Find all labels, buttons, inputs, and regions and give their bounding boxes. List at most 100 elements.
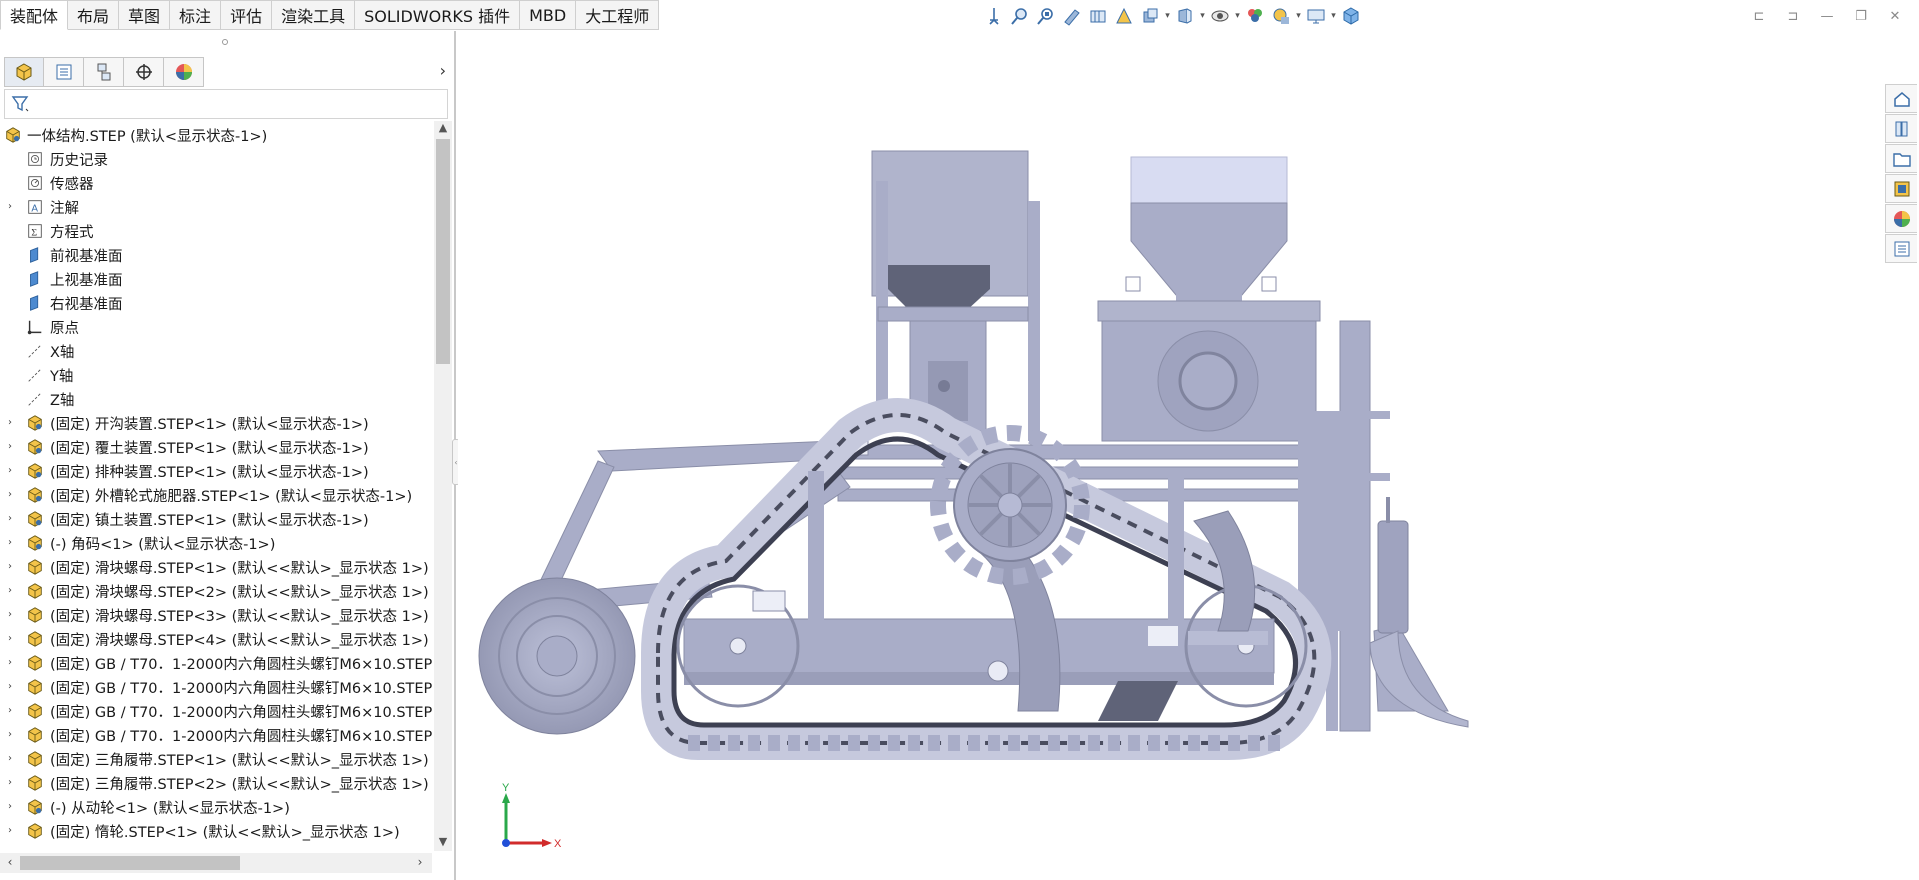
left-hopper[interactable] bbox=[871, 150, 1040, 441]
3d-view-icon[interactable] bbox=[1338, 4, 1364, 28]
tree-vertical-scrollbar[interactable]: ▲ ▼ bbox=[434, 121, 452, 851]
tree-item[interactable]: › (固定) GB / T70．1-2000内六角圆柱头螺钉M6×10.STEP bbox=[0, 675, 432, 699]
tree-item[interactable]: › (固定) 滑块螺母.STEP<1> (默认<<默认>_显示状态 1>) bbox=[0, 555, 432, 579]
view-settings-icon[interactable] bbox=[1268, 4, 1294, 28]
tree-item[interactable]: › (固定) 开沟装置.STEP<1> (默认<显示状态-1>) bbox=[0, 411, 432, 435]
close-icon[interactable]: ✕ bbox=[1881, 6, 1909, 26]
tree-item[interactable]: › (固定) 滑块螺母.STEP<3> (默认<<默认>_显示状态 1>) bbox=[0, 603, 432, 627]
expand-arrow-icon[interactable]: › bbox=[8, 201, 18, 213]
expand-arrow-icon[interactable]: › bbox=[8, 753, 18, 765]
filter-icon[interactable] bbox=[11, 94, 31, 114]
monitor-icon[interactable] bbox=[1303, 4, 1329, 28]
tree-item[interactable]: › (固定) 惰轮.STEP<1> (默认<<默认>_显示状态 1>) bbox=[0, 819, 432, 841]
configuration-manager-tab-icon[interactable] bbox=[84, 57, 124, 87]
scroll-down-icon[interactable]: ▼ bbox=[434, 835, 452, 851]
tree-item[interactable]: › (-) 角码<1> (默认<显示状态-1>) bbox=[0, 531, 432, 555]
scrollbar-thumb[interactable] bbox=[20, 856, 240, 870]
tree-item[interactable]: › (固定) 滑块螺母.STEP<2> (默认<<默认>_显示状态 1>) bbox=[0, 579, 432, 603]
chevron-down-icon[interactable]: ▾ bbox=[1233, 11, 1242, 21]
home-icon[interactable] bbox=[1885, 84, 1917, 113]
expand-arrow-icon[interactable]: › bbox=[8, 585, 18, 597]
expand-arrow-icon[interactable]: › bbox=[8, 417, 18, 429]
assembly-model[interactable]: Y X bbox=[458, 31, 1885, 880]
tree-horizontal-scrollbar[interactable]: ‹ › bbox=[0, 853, 432, 873]
expand-arrow-icon[interactable]: › bbox=[8, 465, 18, 477]
chevron-right-icon[interactable]: › bbox=[440, 61, 446, 80]
expand-arrow-icon[interactable]: › bbox=[8, 633, 18, 645]
expand-arrow-icon[interactable]: › bbox=[8, 825, 18, 837]
zoom-to-area-icon[interactable] bbox=[1007, 4, 1033, 28]
expand-arrow-icon[interactable]: › bbox=[8, 705, 18, 717]
tree-item[interactable]: 原点 bbox=[0, 315, 432, 339]
expand-arrow-icon[interactable]: › bbox=[8, 681, 18, 693]
minimize-icon[interactable]: — bbox=[1813, 6, 1841, 26]
tab-4[interactable]: 评估 bbox=[221, 0, 273, 30]
chevron-down-icon[interactable]: ▾ bbox=[1163, 11, 1172, 21]
scrollbar-thumb[interactable] bbox=[436, 139, 450, 364]
chevron-down-icon[interactable]: ▾ bbox=[1294, 11, 1303, 21]
previous-view-icon[interactable] bbox=[1033, 4, 1059, 28]
view-orientation-icon[interactable] bbox=[1111, 4, 1137, 28]
dimxpert-manager-tab-icon[interactable] bbox=[124, 57, 164, 87]
tree-item[interactable]: › (固定) 三角履带.STEP<2> (默认<<默认>_显示状态 1>) bbox=[0, 771, 432, 795]
expand-arrow-icon[interactable]: › bbox=[8, 777, 18, 789]
expand-arrow-icon[interactable]: › bbox=[8, 537, 18, 549]
edit-appearance-icon[interactable] bbox=[1207, 4, 1233, 28]
tab-1[interactable]: 布局 bbox=[68, 0, 120, 30]
right-hopper[interactable] bbox=[1097, 156, 1321, 442]
tree-item[interactable]: Y轴 bbox=[0, 363, 432, 387]
hide-show-items-icon[interactable] bbox=[1172, 4, 1198, 28]
tree-item[interactable]: › A 注解 bbox=[0, 195, 432, 219]
chevron-down-icon[interactable]: ▾ bbox=[1198, 11, 1207, 21]
tree-item[interactable]: 前视基准面 bbox=[0, 243, 432, 267]
expand-arrow-icon[interactable]: › bbox=[8, 513, 18, 525]
tab-7[interactable]: MBD bbox=[520, 0, 577, 30]
tree-item[interactable]: › (固定) GB / T70．1-2000内六角圆柱头螺钉M6×10.STEP bbox=[0, 723, 432, 747]
front-wheel[interactable] bbox=[478, 577, 636, 735]
panel-grip-icon[interactable] bbox=[222, 39, 228, 45]
tree-item[interactable]: › (-) 从动轮<1> (默认<显示状态-1>) bbox=[0, 795, 432, 819]
display-style-icon[interactable] bbox=[1137, 4, 1163, 28]
file-explorer-icon[interactable] bbox=[1885, 144, 1917, 173]
scroll-right-icon[interactable]: › bbox=[412, 855, 428, 869]
tree-filter-bar[interactable] bbox=[4, 89, 448, 119]
section-view-icon[interactable] bbox=[1059, 4, 1085, 28]
tree-item[interactable]: › (固定) 滑块螺母.STEP<4> (默认<<默认>_显示状态 1>) bbox=[0, 627, 432, 651]
appearances-icon[interactable] bbox=[1885, 204, 1917, 233]
tree-item[interactable]: › (固定) 镇土装置.STEP<1> (默认<显示状态-1>) bbox=[0, 507, 432, 531]
custom-properties-icon[interactable] bbox=[1885, 234, 1917, 263]
tree-root-assembly[interactable]: 一体结构.STEP (默认<显示状态-1>) bbox=[0, 123, 432, 147]
tab-0[interactable]: 装配体 bbox=[0, 0, 69, 30]
view-palette-icon[interactable] bbox=[1885, 174, 1917, 203]
expand-arrow-icon[interactable]: › bbox=[8, 801, 18, 813]
tree-item[interactable]: › (固定) GB / T70．1-2000内六角圆柱头螺钉M6×10.STEP bbox=[0, 699, 432, 723]
tree-item[interactable]: 上视基准面 bbox=[0, 267, 432, 291]
design-library-icon[interactable] bbox=[1885, 114, 1917, 143]
tree-item[interactable]: 传感器 bbox=[0, 171, 432, 195]
tree-item[interactable]: 历史记录 bbox=[0, 147, 432, 171]
split-pane-icon[interactable]: ⊐ bbox=[1779, 6, 1807, 26]
dynamic-annotation-icon[interactable] bbox=[1085, 4, 1111, 28]
scroll-up-icon[interactable]: ▲ bbox=[434, 121, 452, 137]
tree-item[interactable]: › (固定) GB / T70．1-2000内六角圆柱头螺钉M6×10.STEP bbox=[0, 651, 432, 675]
expand-arrow-icon[interactable]: › bbox=[8, 441, 18, 453]
scroll-left-icon[interactable]: ‹ bbox=[2, 855, 18, 869]
tab-8[interactable]: 大工程师 bbox=[576, 0, 660, 30]
expand-arrow-icon[interactable]: › bbox=[8, 489, 18, 501]
feature-manager-tab-icon[interactable] bbox=[4, 57, 44, 87]
display-manager-tab-icon[interactable] bbox=[164, 57, 204, 87]
restore-pane-icon[interactable]: ⊏ bbox=[1745, 6, 1773, 26]
tree-item[interactable]: Σ 方程式 bbox=[0, 219, 432, 243]
tree-item[interactable]: X轴 bbox=[0, 339, 432, 363]
restore-icon[interactable]: ❐ bbox=[1847, 6, 1875, 26]
chevron-down-icon[interactable]: ▾ bbox=[1329, 11, 1338, 21]
tree-item[interactable]: › (固定) 排种装置.STEP<1> (默认<显示状态-1>) bbox=[0, 459, 432, 483]
tree-item[interactable]: › (固定) 覆土装置.STEP<1> (默认<显示状态-1>) bbox=[0, 435, 432, 459]
graphics-area[interactable]: Y X bbox=[458, 31, 1885, 880]
zoom-to-fit-icon[interactable] bbox=[981, 4, 1007, 28]
tab-5[interactable]: 渲染工具 bbox=[272, 0, 356, 30]
tree-item[interactable]: › (固定) 三角履带.STEP<1> (默认<<默认>_显示状态 1>) bbox=[0, 747, 432, 771]
tree-item[interactable]: 右视基准面 bbox=[0, 291, 432, 315]
expand-arrow-icon[interactable]: › bbox=[8, 657, 18, 669]
apply-scene-icon[interactable] bbox=[1242, 4, 1268, 28]
